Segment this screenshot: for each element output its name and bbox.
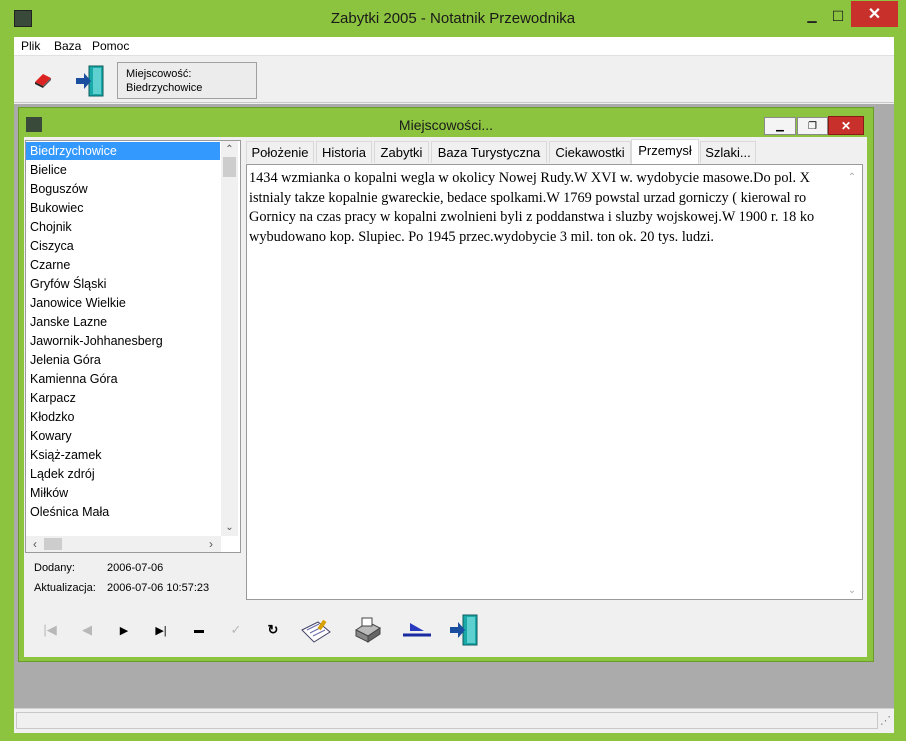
status-panel: [16, 712, 878, 729]
list-item[interactable]: Ciszyca: [30, 237, 74, 256]
added-value: 2006-07-06: [107, 562, 164, 574]
first-record-button[interactable]: |◀: [39, 620, 61, 640]
list-item[interactable]: Bukowiec: [30, 199, 84, 218]
child-restore-button[interactable]: ❐: [797, 117, 828, 135]
list-item[interactable]: Kłodzko: [30, 408, 74, 427]
updated-label: Aktualizacja:: [34, 582, 96, 594]
city-items: Biedrzychowice Bielice Boguszów Bukowiec…: [26, 142, 221, 534]
scroll-left-icon[interactable]: ‹: [28, 537, 42, 551]
window-border: [894, 37, 906, 741]
scroll-thumb[interactable]: [223, 157, 236, 177]
printer-icon[interactable]: [352, 614, 382, 644]
list-item[interactable]: Czarne: [30, 256, 70, 275]
resize-grip-icon[interactable]: ⋰: [880, 714, 894, 728]
text-line: istnialy takze kopalnie gwareckie, bedac…: [249, 189, 807, 206]
text-scroll-up-icon[interactable]: ⌃: [845, 170, 859, 184]
refresh-button[interactable]: ↻: [262, 620, 284, 640]
menu-baza[interactable]: Baza: [54, 39, 81, 53]
tab-przemysl[interactable]: Przemysł: [631, 139, 699, 164]
tab-baza-turystyczna[interactable]: Baza Turystyczna: [431, 141, 547, 163]
delete-record-button[interactable]: ▬: [188, 620, 210, 640]
minimize-button[interactable]: ▁: [798, 4, 826, 28]
window-title: Zabytki 2005 - Notatnik Przewodnika: [330, 10, 576, 27]
list-item[interactable]: Janowice Wielkie: [30, 294, 126, 313]
maximize-icon: ☐: [831, 7, 845, 24]
last-record-button[interactable]: ▶|: [150, 620, 172, 640]
industry-text[interactable]: 1434 wzmianka o kopalni wegla w okolicy …: [249, 169, 843, 259]
list-item[interactable]: Jawornik-Johhanesberg: [30, 332, 163, 351]
exit-door-icon[interactable]: [448, 613, 480, 647]
tab-historia[interactable]: Historia: [316, 141, 372, 163]
text-line: wybudowano kop. Slupiec. Po 1945 przec.w…: [249, 228, 714, 245]
list-item[interactable]: Jelenia Góra: [30, 351, 101, 370]
close-button[interactable]: ✕: [851, 1, 898, 27]
added-label: Dodany:: [34, 562, 75, 574]
list-item[interactable]: Chojnik: [30, 218, 72, 237]
export-icon[interactable]: [400, 617, 434, 641]
location-value: Biedrzychowice: [126, 82, 203, 94]
post-record-button[interactable]: ✓: [225, 620, 247, 640]
list-vertical-scrollbar[interactable]: [221, 141, 238, 536]
close-icon: ✕: [867, 6, 882, 23]
maximize-button[interactable]: ☐: [826, 4, 850, 28]
menu-bar: Plik Baza Pomoc: [14, 37, 894, 56]
list-item[interactable]: Biedrzychowice: [30, 142, 117, 161]
eraser-icon[interactable]: [32, 70, 54, 88]
list-item[interactable]: Miłków: [30, 484, 68, 503]
text-line: Gornicy na czas pracy w kopalni zwolnien…: [249, 209, 815, 225]
text-scroll-down-icon[interactable]: ⌄: [845, 583, 859, 597]
menu-pomoc[interactable]: Pomoc: [92, 39, 129, 53]
tab-polozenie[interactable]: Położenie: [246, 141, 314, 163]
scroll-up-icon[interactable]: ⌃: [221, 141, 238, 157]
list-item[interactable]: Boguszów: [30, 180, 88, 199]
list-item[interactable]: Janske Lazne: [30, 313, 107, 332]
exit-door-icon[interactable]: [74, 64, 106, 98]
list-item[interactable]: Gryfów Śląski: [30, 275, 106, 294]
child-window-title: Miejscowości...: [398, 117, 494, 133]
child-minimize-button[interactable]: ▁: [764, 117, 796, 135]
list-item[interactable]: Książ-zamek: [30, 446, 102, 465]
list-item[interactable]: Karpacz: [30, 389, 76, 408]
notepad-icon[interactable]: [298, 616, 334, 646]
minimize-icon: ▁: [807, 9, 817, 23]
list-item[interactable]: Bielice: [30, 161, 67, 180]
scroll-down-icon[interactable]: ⌄: [221, 519, 238, 535]
next-record-button[interactable]: ▶: [113, 620, 135, 640]
menu-plik[interactable]: Plik: [21, 39, 40, 53]
restore-icon: ❐: [808, 120, 817, 132]
list-item[interactable]: Lądek zdrój: [30, 465, 95, 484]
location-label: Miejscowość:: [126, 68, 192, 80]
close-icon: ✕: [840, 118, 852, 133]
minimize-icon: ▁: [776, 120, 784, 132]
tab-zabytki[interactable]: Zabytki: [374, 141, 429, 163]
text-line: 1434 wzmianka o kopalni wegla w okolicy …: [249, 170, 810, 186]
tab-szlaki[interactable]: Szlaki...: [700, 141, 756, 163]
updated-value: 2006-07-06 10:57:23: [107, 582, 210, 594]
horizontal-scroll-thumb[interactable]: [44, 538, 62, 550]
child-close-button[interactable]: ✕: [828, 116, 864, 135]
list-item[interactable]: Kamienna Góra: [30, 370, 118, 389]
location-panel: Miejscowość: Biedrzychowice: [117, 62, 257, 99]
scroll-right-icon[interactable]: ›: [204, 537, 218, 551]
list-item[interactable]: Kowary: [30, 427, 72, 446]
tab-ciekawostki[interactable]: Ciekawostki: [549, 141, 631, 163]
prev-record-button[interactable]: ◀: [76, 620, 98, 640]
list-item[interactable]: Oleśnica Mała: [30, 503, 109, 522]
